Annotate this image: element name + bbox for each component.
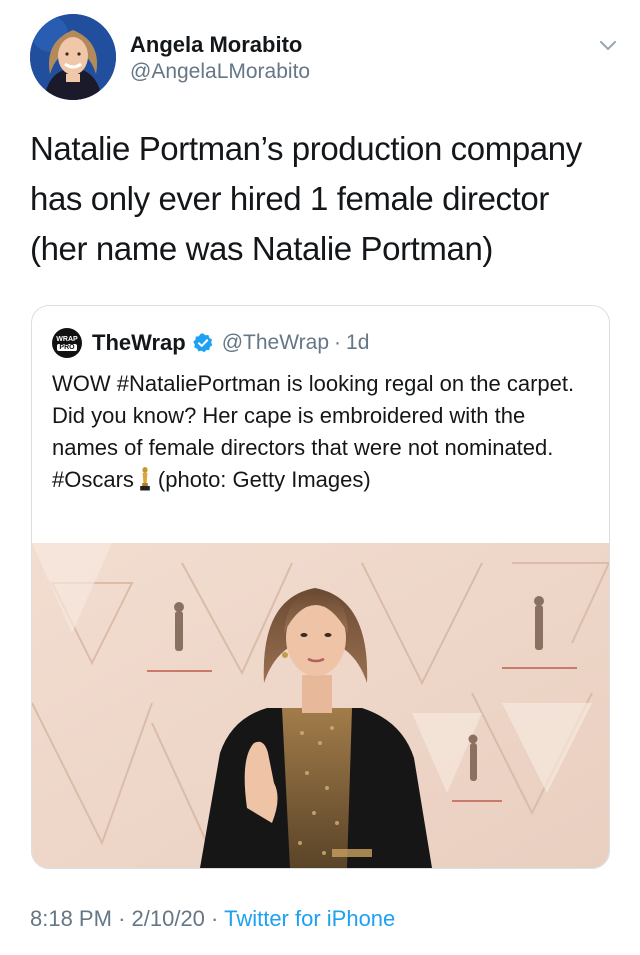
chevron-down-icon[interactable] (596, 34, 620, 58)
logo-bottom-text: PRO (57, 343, 77, 351)
quoted-timestamp[interactable]: 1d (346, 331, 369, 355)
tweet-text-line: Natalie Portman’s production company (30, 130, 582, 167)
quoted-author-handle[interactable]: @TheWrap (222, 331, 329, 355)
separator-dot: · (334, 331, 342, 354)
tweet-header: Angela Morabito @AngelaLMorabito (30, 14, 620, 102)
quoted-tweet-header: WRAP PRO TheWrap @TheWrap · 1d (52, 328, 369, 358)
author-handle[interactable]: @AngelaLMorabito (130, 58, 310, 86)
quoted-text-photo-credit: (photo: Getty Images) (157, 467, 371, 492)
tweet-text-line: has only ever hired 1 female director (30, 180, 549, 217)
tweet-source-link[interactable]: Twitter for iPhone (224, 906, 395, 931)
quoted-author-name[interactable]: TheWrap (92, 330, 186, 356)
thewrap-logo[interactable]: WRAP PRO (52, 328, 82, 358)
tweet-date[interactable]: 2/10/20 (132, 906, 205, 931)
tweet-text: Natalie Portman’s production company has… (30, 124, 620, 274)
quoted-tweet-card[interactable]: WRAP PRO TheWrap @TheWrap · 1d WOW #Nata… (31, 305, 610, 869)
separator-dot: · (118, 906, 126, 931)
tweet-time[interactable]: 8:18 PM (30, 906, 112, 931)
logo-top-text: WRAP (56, 335, 78, 343)
separator-dot: · (211, 906, 219, 931)
tweet-text-line: (her name was Natalie Portman) (30, 230, 494, 267)
author-name[interactable]: Angela Morabito (130, 32, 310, 58)
tweet-meta: 8:18 PM · 2/10/20 · Twitter for iPhone (30, 906, 395, 932)
quoted-tweet-text: WOW #NataliePortman is looking regal on … (52, 368, 592, 496)
avatar[interactable] (30, 14, 116, 100)
author-info: Angela Morabito @AngelaLMorabito (130, 32, 310, 86)
verified-badge-icon (193, 333, 212, 353)
oscar-trophy-icon (140, 467, 150, 491)
oscars-red-carpet-photo[interactable] (32, 543, 609, 868)
